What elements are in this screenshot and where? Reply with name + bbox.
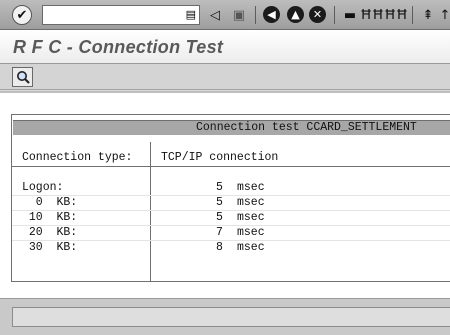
command-input[interactable] [43,7,181,25]
row-value: 8 [216,241,223,254]
row-label: 10 KB: [22,211,78,224]
title-bar: R F C - Connection Test [0,30,450,64]
results-header-text: Connection test CCARD_SETTLEMENT [196,121,417,134]
application-toolbar [0,64,450,90]
standard-toolbar: ✔ ▤ ◁ ▣ ◀ ▲ ✕ ▬ ĦĦ ĦĦ ⇞ ↑ [0,0,450,30]
save-icon[interactable]: ▣ [229,5,249,25]
row-unit: msec [237,226,265,239]
find-next-icon[interactable]: ĦĦ [384,5,408,25]
row-value: 5 [216,211,223,224]
row-separator [12,240,450,241]
row-label: Logon: [22,181,64,194]
ok-icon[interactable]: ✔ [12,5,32,25]
find-icon[interactable]: ĦĦ [360,5,384,25]
back-icon[interactable]: ◀ [263,6,280,23]
row-unit: msec [237,181,265,194]
connection-type-value: TCP/IP connection [161,151,279,164]
row-unit: msec [237,196,265,209]
row-unit: msec [237,211,265,224]
column-divider [150,142,151,282]
connection-type-label: Connection type: [22,151,133,164]
toolbar-separator [334,6,335,24]
print-icon[interactable]: ▬ [340,5,360,25]
command-history-icon[interactable]: ▤ [186,8,196,21]
exit-icon[interactable]: ▲ [287,6,304,23]
row-separator [12,210,450,211]
previous-page-icon[interactable]: ↑ [440,5,450,25]
results-header: Connection test CCARD_SETTLEMENT [13,120,450,135]
row-label: 0 KB: [22,196,78,209]
results-area: Connection test CCARD_SETTLEMENT Connect… [0,91,450,298]
row-value: 5 [216,181,223,194]
status-message-field [12,307,450,327]
row-divider [11,166,450,167]
row-value: 7 [216,226,223,239]
toolbar-separator [255,6,256,24]
page-title: R F C - Connection Test [13,37,224,57]
test-icon[interactable] [12,67,33,87]
row-unit: msec [237,241,265,254]
collapse-icon[interactable]: ◁ [205,5,225,25]
row-value: 5 [216,196,223,209]
row-separator [12,195,450,196]
command-field[interactable]: ▤ [42,5,200,25]
row-label: 30 KB: [22,241,78,254]
status-bar [0,298,450,335]
row-label: 20 KB: [22,226,78,239]
magnifier-icon [16,71,30,84]
cancel-icon[interactable]: ✕ [309,6,326,23]
first-page-icon[interactable]: ⇞ [418,5,438,25]
toolbar-separator [412,6,413,24]
row-separator [12,225,450,226]
